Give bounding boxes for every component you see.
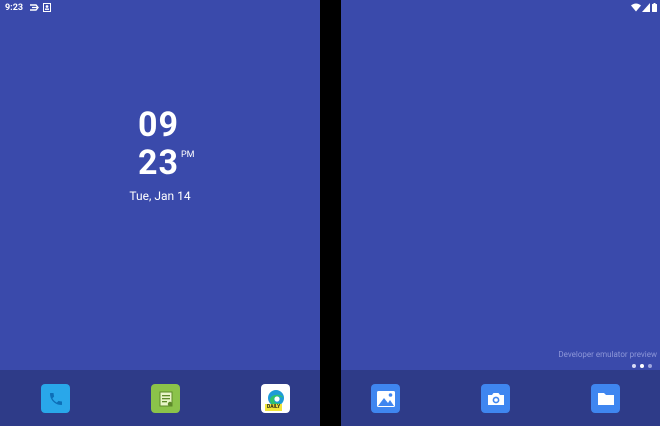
wifi-icon bbox=[631, 3, 641, 12]
edge-daily-app-button[interactable]: DAILY bbox=[261, 384, 290, 413]
battery-icon bbox=[652, 3, 657, 12]
gallery-app-button[interactable] bbox=[371, 384, 400, 413]
network-speed-icon bbox=[30, 4, 39, 11]
gallery-icon bbox=[376, 390, 395, 407]
notes-app-button[interactable] bbox=[151, 384, 180, 413]
clock-minute[interactable]: 23 bbox=[138, 146, 179, 180]
clock-date[interactable]: Tue, Jan 14 bbox=[0, 189, 320, 203]
status-time: 9:23 bbox=[5, 3, 24, 13]
files-icon bbox=[597, 392, 614, 405]
phone-icon bbox=[49, 392, 62, 405]
page-dot-2[interactable] bbox=[640, 364, 644, 368]
right-screen: Developer emulator preview bbox=[341, 0, 660, 426]
hinge bbox=[320, 0, 341, 426]
clock-ampm: PM bbox=[181, 150, 195, 160]
emulator-watermark: Developer emulator preview bbox=[558, 350, 657, 359]
clock-hour[interactable]: 09 bbox=[138, 108, 179, 142]
left-screen: 9:23 09 23 PM Tue, Jan 14 DAILY bbox=[0, 0, 320, 426]
cell-signal-icon bbox=[642, 3, 650, 12]
page-dot-3[interactable] bbox=[648, 364, 652, 368]
camera-app-button[interactable] bbox=[481, 384, 510, 413]
phone-app-button[interactable] bbox=[41, 384, 70, 413]
camera-icon bbox=[487, 392, 504, 405]
daily-badge: DAILY bbox=[265, 404, 283, 411]
android-notes-icon bbox=[159, 391, 172, 406]
files-app-button[interactable] bbox=[591, 384, 620, 413]
page-dot-1[interactable] bbox=[632, 364, 636, 368]
notification-icon bbox=[43, 3, 51, 12]
